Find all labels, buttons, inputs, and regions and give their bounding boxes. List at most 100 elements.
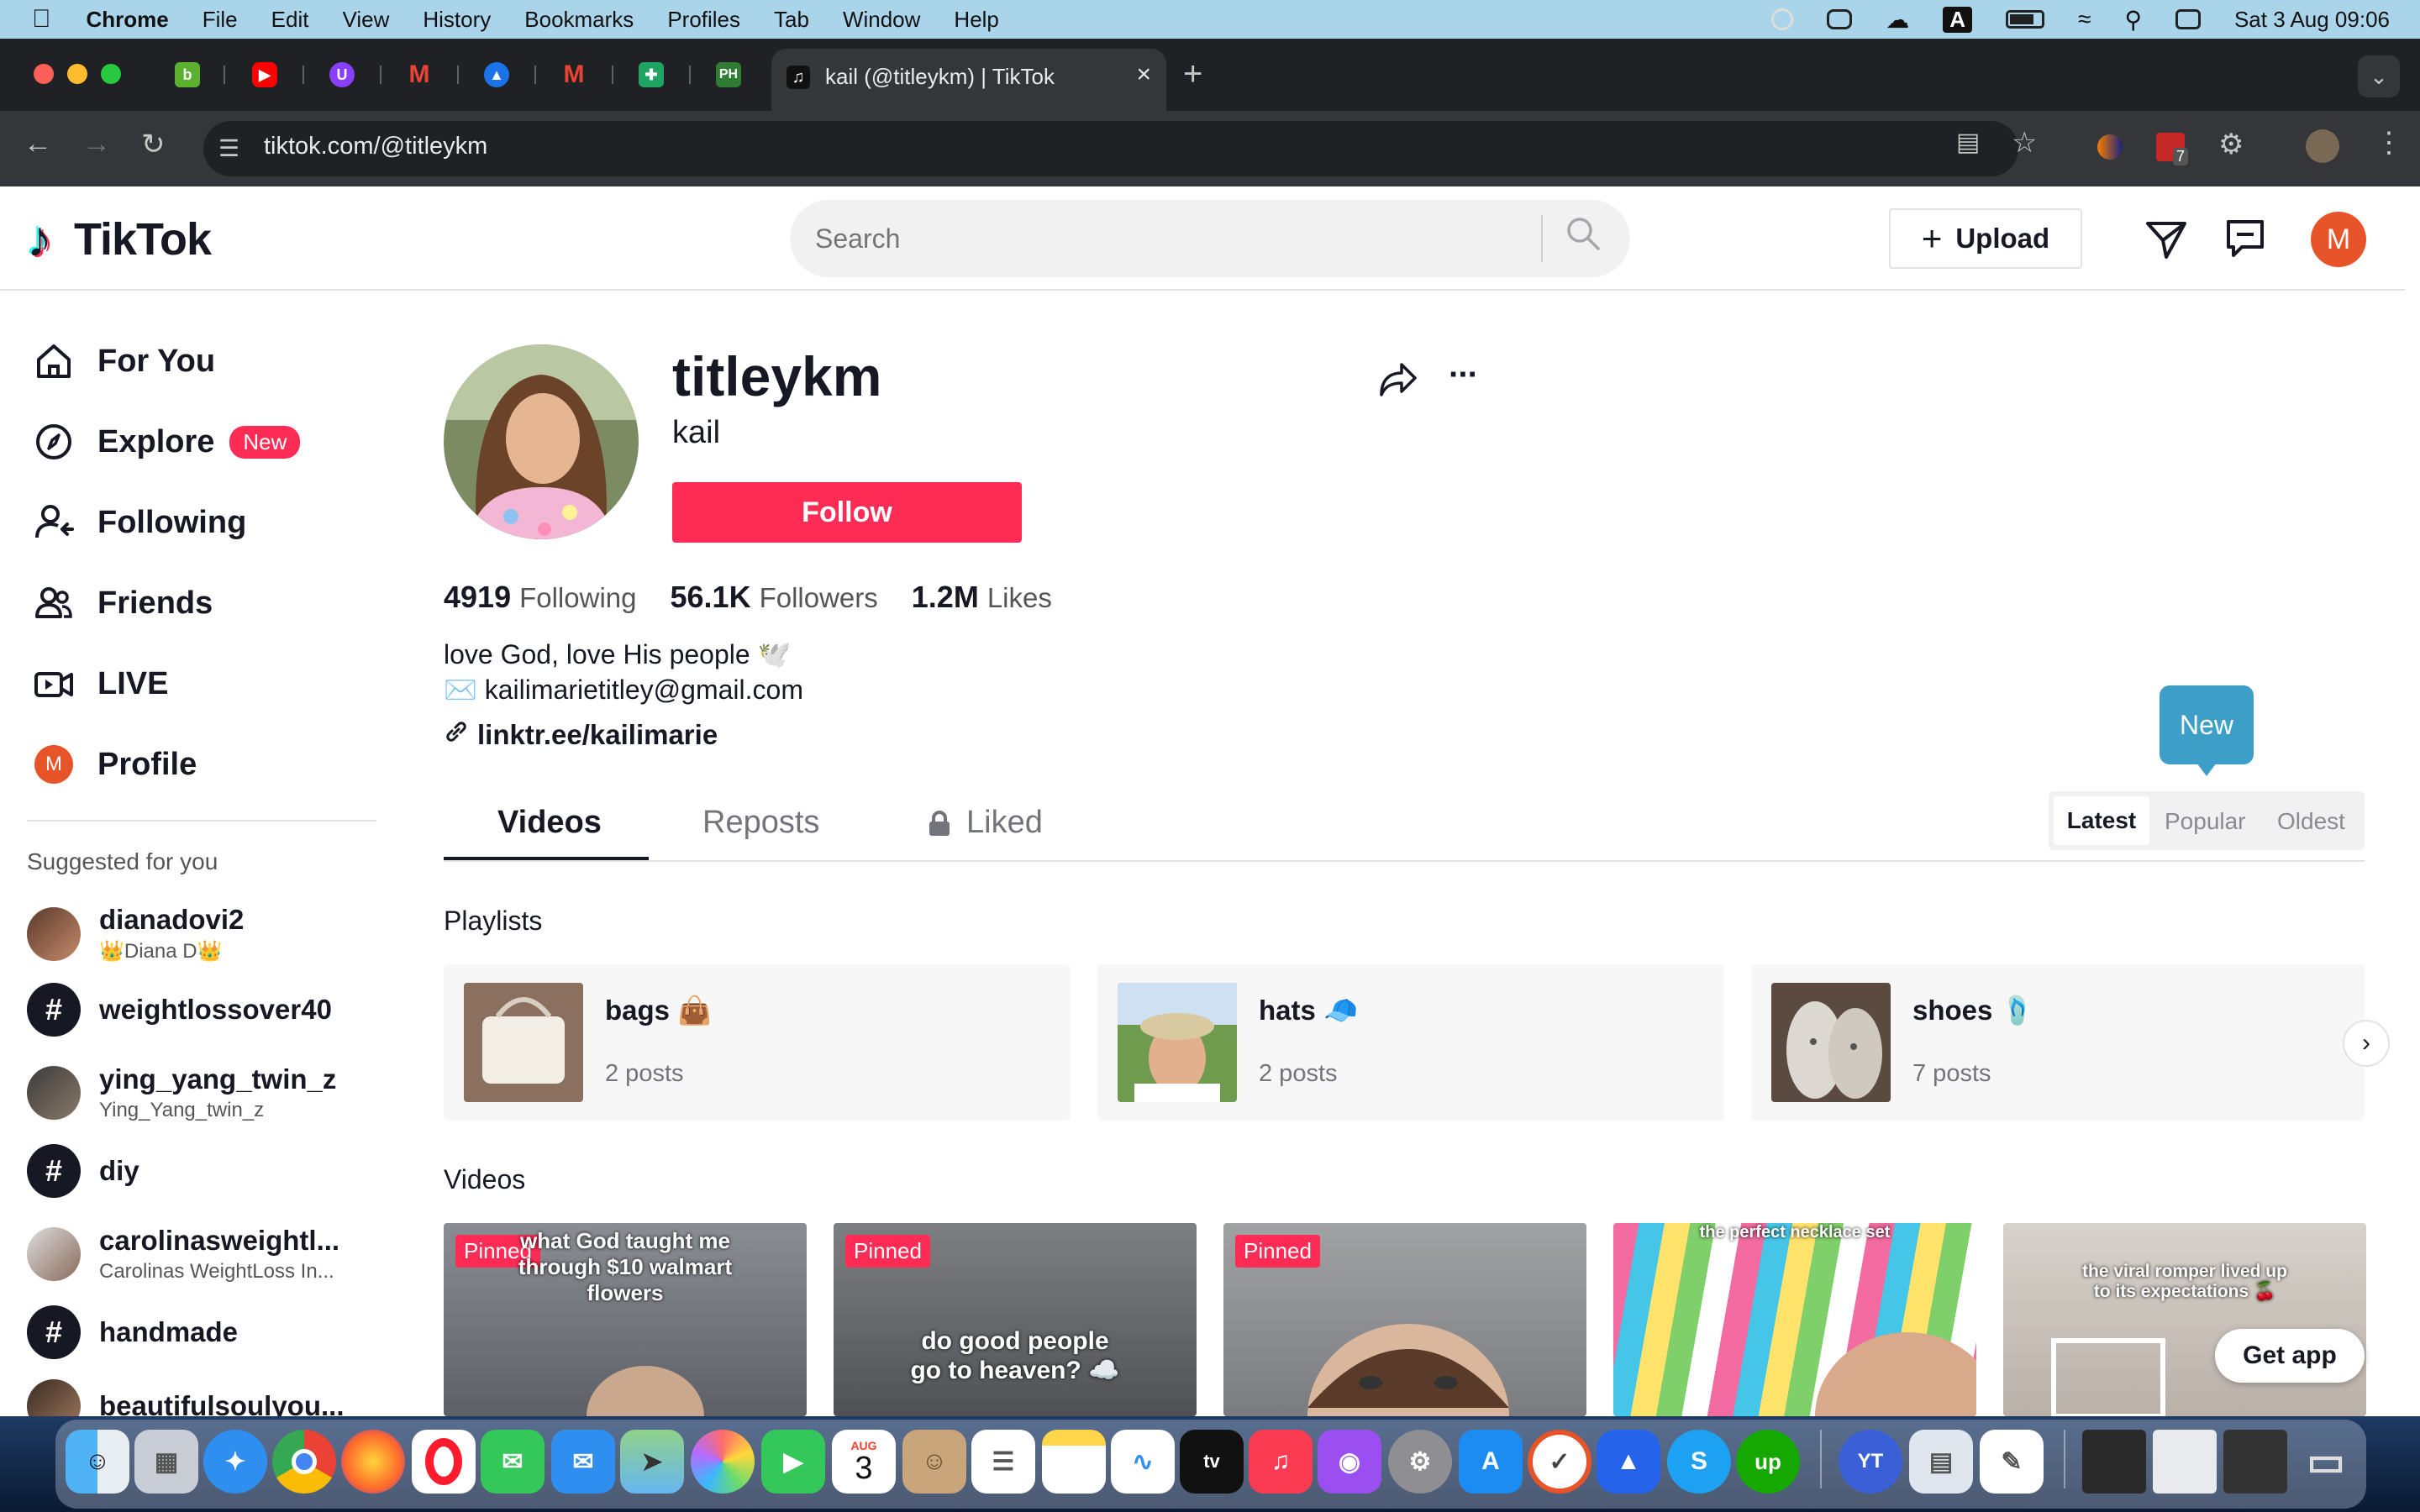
window-minimize-button[interactable] (67, 64, 87, 84)
finder-icon[interactable]: ☺ (66, 1430, 129, 1494)
install-app-icon[interactable]: ▤ (1956, 128, 1980, 157)
chrome-profile-avatar[interactable] (2306, 129, 2339, 163)
back-icon[interactable]: ← (24, 128, 52, 160)
tab-liked[interactable]: Liked (966, 805, 1043, 841)
playlist-next-button[interactable]: › (2343, 1020, 2390, 1067)
sidebar-item-profile[interactable]: M Profile (32, 743, 197, 786)
profile-link[interactable]: linktr.ee/kailimarie (444, 719, 718, 751)
menu-tab[interactable]: Tab (774, 7, 809, 33)
video-card[interactable]: Pinned do good people go to heaven? ☁️ (834, 1223, 1197, 1416)
tab-reposts[interactable]: Reposts (702, 805, 819, 841)
status-app-icon[interactable] (1827, 9, 1853, 29)
sort-oldest-button[interactable]: Oldest (2277, 808, 2345, 835)
extensions-puzzle-icon[interactable]: ⚙ (2218, 128, 2244, 161)
apple-icon[interactable]:  (32, 5, 51, 34)
photos-icon[interactable] (691, 1430, 755, 1494)
recent-window-thumbnail[interactable] (2153, 1430, 2217, 1494)
notes-icon[interactable] (1042, 1430, 1106, 1494)
tiktok-logo-icon[interactable]: ♪ (27, 210, 52, 268)
tab-search-button[interactable]: ⌄ (2358, 55, 2400, 97)
suggested-account[interactable]: carolinasweightl... Carolinas WeightLoss … (27, 1225, 339, 1284)
site-settings-icon[interactable]: ☰ (218, 134, 239, 162)
facetime-icon[interactable]: ▶ (761, 1430, 825, 1494)
control-center-icon[interactable] (2175, 9, 2201, 29)
ytd-downloader-icon[interactable]: YT (1839, 1430, 1902, 1494)
tab-gmail-icon[interactable]: M (407, 60, 432, 88)
suggested-hashtag[interactable]: # weightlossover40 (27, 983, 332, 1037)
tiktok-logo-text[interactable]: TikTok (74, 213, 212, 265)
window-close-button[interactable] (34, 64, 54, 84)
window-zoom-button[interactable] (101, 64, 121, 84)
tab-blue-app-icon[interactable]: ▲ (484, 62, 509, 87)
search-icon[interactable] (1565, 215, 1602, 252)
tab-sheets-icon[interactable]: ✚ (639, 62, 664, 87)
active-tab[interactable]: ♫ kail (@titleykm) | TikTok × (771, 49, 1166, 111)
user-avatar[interactable]: M (2311, 212, 2366, 267)
app-store-icon[interactable]: A (1459, 1430, 1523, 1494)
reminders-icon[interactable]: ☰ (971, 1430, 1035, 1494)
search-input[interactable] (815, 223, 1487, 255)
video-card[interactable]: the viral romper lived up to its expecta… (2003, 1223, 2366, 1416)
vpn-app-icon[interactable]: ▲ (1597, 1430, 1660, 1494)
podcasts-icon[interactable]: ◉ (1318, 1430, 1381, 1494)
menu-file[interactable]: File (203, 7, 238, 33)
sort-popular-button[interactable]: Popular (2165, 808, 2246, 835)
textedit-icon[interactable]: ✎ (1980, 1430, 2044, 1494)
battery-icon[interactable] (2006, 10, 2045, 29)
tab-videos[interactable]: Videos (497, 805, 602, 841)
trash-icon[interactable]: ▭ (2294, 1430, 2358, 1494)
menu-profiles[interactable]: Profiles (667, 7, 740, 33)
menu-view[interactable]: View (342, 7, 389, 33)
system-settings-icon[interactable]: ⚙ (1388, 1430, 1452, 1494)
video-card[interactable]: Pinned what God taught me through $10 wa… (444, 1223, 807, 1416)
opera-icon[interactable] (412, 1430, 476, 1494)
input-source-icon[interactable]: A (1943, 6, 1973, 33)
chrome-menu-icon[interactable]: ⋮ (2375, 126, 2403, 160)
recent-window-thumbnail[interactable] (2082, 1430, 2146, 1494)
menu-bookmarks[interactable]: Bookmarks (524, 7, 634, 33)
status-check-icon[interactable] (1771, 8, 1794, 30)
following-count[interactable]: 4919 Following (444, 580, 637, 615)
tab-purple-app-icon[interactable]: U (329, 62, 355, 87)
suggested-hashtag[interactable]: # handmade (27, 1305, 238, 1359)
status-creative-cloud-icon[interactable]: ☁ (1886, 6, 1909, 34)
playlist-card[interactable]: bags 👜 2 posts (444, 964, 1071, 1121)
menu-history[interactable]: History (423, 7, 491, 33)
sidebar-item-live[interactable]: LIVE (32, 662, 168, 706)
new-tab-button[interactable]: + (1183, 55, 1202, 93)
share-icon[interactable] (1378, 360, 1418, 404)
suggested-account[interactable]: dianadovi2 👑Diana D👑 (27, 904, 244, 963)
video-card[interactable]: the perfect necklace set (1613, 1223, 1976, 1416)
launchpad-icon[interactable]: ▦ (134, 1430, 198, 1494)
sidebar-item-following[interactable]: Following (32, 501, 246, 544)
upwork-icon[interactable]: up (1736, 1430, 1800, 1494)
maps-icon[interactable]: ➤ (620, 1430, 684, 1494)
forward-icon[interactable]: → (82, 128, 111, 160)
messages-icon[interactable] (2225, 218, 2265, 263)
inbox-send-icon[interactable] (2144, 217, 2188, 265)
sidebar-item-explore[interactable]: Explore New (32, 420, 301, 464)
wifi-icon[interactable]: ≈ (2078, 6, 2091, 33)
more-options-icon[interactable]: ··· (1449, 356, 1479, 394)
chrome-icon[interactable] (272, 1430, 336, 1494)
recent-window-thumbnail[interactable] (2223, 1430, 2287, 1494)
bookmark-star-icon[interactable]: ☆ (2012, 126, 2037, 160)
get-app-button[interactable]: Get app (2215, 1329, 2365, 1383)
sidebar-item-friends[interactable]: Friends (32, 581, 213, 625)
sidebar-item-for-you[interactable]: For You (32, 339, 215, 383)
tab-youtube-icon[interactable]: ▶ (252, 62, 277, 87)
tab-gmail-icon-2[interactable]: M (561, 60, 587, 88)
suggested-hashtag[interactable]: # diy (27, 1144, 139, 1198)
menu-edit[interactable]: Edit (271, 7, 309, 33)
menu-help[interactable]: Help (954, 7, 998, 33)
suggested-account[interactable]: ying_yang_twin_z Ying_Yang_twin_z (27, 1063, 336, 1122)
follow-button[interactable]: Follow (672, 482, 1022, 543)
skype-icon[interactable]: S (1667, 1430, 1731, 1494)
menu-app-name[interactable]: Chrome (87, 7, 169, 33)
spotlight-search-icon[interactable]: ⚲ (2124, 6, 2142, 34)
freeform-icon[interactable]: ∿ (1111, 1430, 1175, 1494)
reload-icon[interactable]: ↻ (141, 128, 166, 161)
tab-producthunt-icon[interactable]: PH (716, 62, 741, 87)
sort-latest-button[interactable]: Latest (2054, 796, 2149, 845)
playlist-card[interactable]: shoes 🩴 7 posts (1751, 964, 2365, 1121)
